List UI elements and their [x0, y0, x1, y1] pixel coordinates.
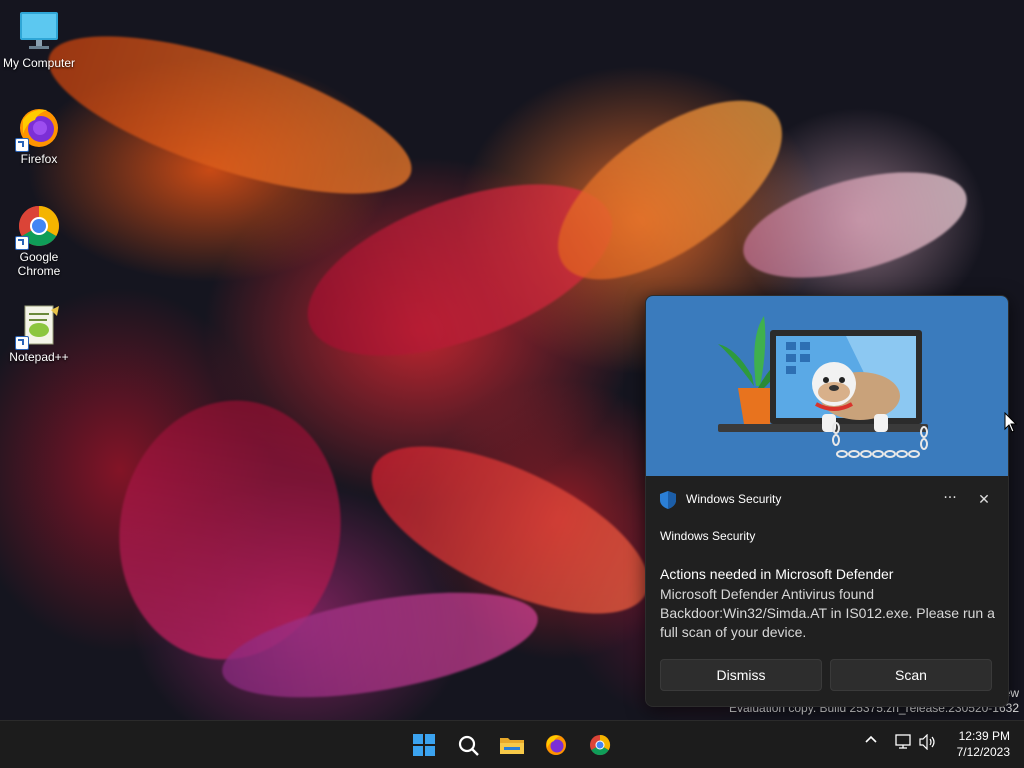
- chrome-icon: [589, 734, 611, 760]
- system-clock[interactable]: 12:39 PM 7/12/2023: [957, 728, 1010, 760]
- desktop-icon-label: Google Chrome: [17, 250, 61, 278]
- network-button[interactable]: [895, 734, 913, 758]
- volume-button[interactable]: [919, 733, 937, 758]
- show-hidden-icons-button[interactable]: [864, 731, 882, 755]
- file-explorer-button[interactable]: [494, 727, 530, 763]
- desktop-icon-label: Notepad++: [9, 350, 69, 364]
- shortcut-arrow-icon: [15, 138, 29, 152]
- clock-time: 12:39 PM: [958, 729, 1010, 743]
- notification-hero-image: [646, 296, 1008, 476]
- security-notification[interactable]: Windows Security ··· ✕ Windows Security …: [645, 295, 1009, 707]
- chevron-up-icon: [864, 731, 878, 750]
- shortcut-arrow-icon: [15, 336, 29, 350]
- mouse-cursor-icon: [1004, 411, 1018, 438]
- desktop-icon-chrome[interactable]: Google Chrome: [1, 204, 77, 278]
- windows-logo-icon: [413, 734, 435, 760]
- desktop-icon-label: My Computer: [2, 56, 76, 70]
- firefox-icon: [545, 734, 567, 760]
- notification-header: Windows Security ··· ✕: [660, 490, 996, 513]
- chrome-taskbar-button[interactable]: [582, 727, 618, 763]
- taskbar: 12:39 PM 7/12/2023: [0, 720, 1024, 768]
- dismiss-button[interactable]: Dismiss: [660, 659, 822, 691]
- notification-app-name: Windows Security: [686, 492, 782, 506]
- search-button[interactable]: [450, 727, 486, 763]
- firefox-icon: [15, 106, 61, 152]
- desktop-icon-firefox[interactable]: Firefox: [1, 106, 77, 166]
- folder-icon: [500, 735, 524, 759]
- more-options-button[interactable]: ···: [936, 487, 964, 513]
- volume-icon: [919, 733, 937, 754]
- desktop-icon-notepadpp[interactable]: Notepad++: [1, 304, 77, 364]
- firefox-taskbar-button[interactable]: [538, 727, 574, 763]
- wallpaper-ribbon: [32, 3, 428, 227]
- chrome-icon: [15, 204, 61, 250]
- notification-subtitle: Windows Security: [660, 529, 756, 543]
- search-icon: [458, 735, 480, 761]
- network-icon: [895, 734, 913, 754]
- shortcut-arrow-icon: [15, 236, 29, 250]
- scan-button[interactable]: Scan: [830, 659, 992, 691]
- desktop-icon-my-computer[interactable]: My Computer: [1, 10, 77, 70]
- close-notification-button[interactable]: ✕: [970, 487, 998, 513]
- notification-body: Microsoft Defender Antivirus found Backd…: [660, 586, 995, 640]
- notepadpp-icon: [15, 304, 61, 350]
- desktop-icon-label: Firefox: [20, 152, 58, 166]
- wallpaper-ribbon: [732, 151, 978, 299]
- notification-title: Actions needed in Microsoft Defender: [660, 566, 894, 582]
- shield-icon: [660, 491, 676, 513]
- clock-date: 7/12/2023: [956, 745, 1010, 759]
- computer-icon: [17, 10, 61, 54]
- start-button[interactable]: [406, 727, 442, 763]
